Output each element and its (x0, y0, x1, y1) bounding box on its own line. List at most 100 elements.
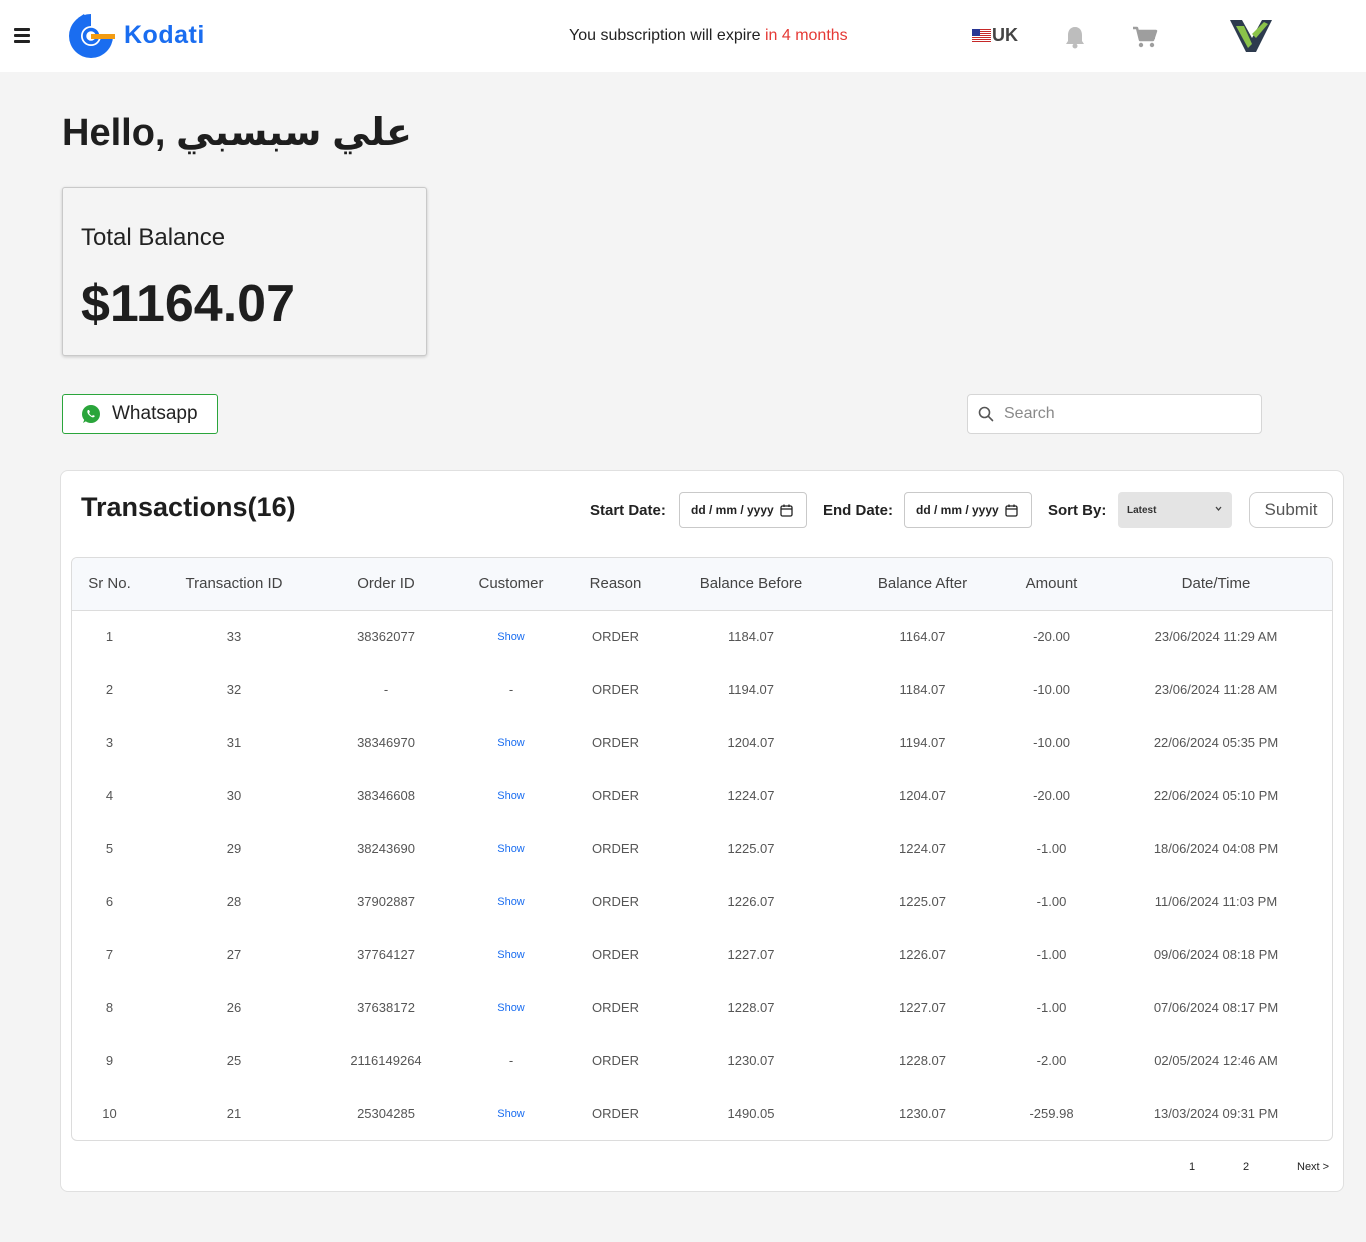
bell-icon[interactable] (1064, 25, 1086, 49)
cell-sr: 10 (102, 1106, 117, 1121)
calendar-icon[interactable] (780, 504, 793, 517)
cell-reason: ORDER (592, 841, 639, 856)
show-customer-link[interactable]: Show (451, 610, 571, 663)
region-selector[interactable]: UK (972, 25, 1018, 46)
submit-button[interactable]: Submit (1249, 492, 1333, 528)
cell-order: 37902887 (357, 894, 415, 909)
cell-order: 25304285 (357, 1106, 415, 1121)
show-customer-link[interactable]: Show (451, 1087, 571, 1140)
table-row: 7 27 37764127 Show ORDER 1227.07 1226.07 -1.00 0… (72, 928, 1332, 981)
start-date-label: Start Date: (590, 502, 666, 519)
cell-before: 1224.07 (727, 788, 775, 803)
show-customer-link[interactable]: Show (451, 716, 571, 769)
balance-label: Total Balance (81, 224, 226, 251)
cell-order: 38362077 (357, 629, 415, 645)
cell-sr: 5 (105, 841, 114, 856)
cell-sr: 7 (105, 947, 114, 962)
menu-icon[interactable] (14, 28, 30, 43)
whatsapp-button[interactable]: Whatsapp (62, 394, 218, 434)
cell-datetime: 23/06/2024 11:28 AM (1154, 682, 1278, 697)
greeting-heading: Hello, علي سبسبي (62, 112, 413, 154)
cell-sr: 6 (105, 894, 114, 909)
next-page-link[interactable]: Next > (1297, 1161, 1329, 1173)
kodati-logo-icon[interactable] (66, 12, 116, 60)
cell-before: 1230.07 (727, 1053, 775, 1068)
table-header-row: Sr No. Transaction ID Order ID Customer … (72, 558, 1332, 610)
start-date-input[interactable]: dd / mm / yyyy (679, 492, 807, 528)
column-header: Customer (478, 575, 544, 593)
sort-select[interactable]: Latest (1118, 492, 1232, 528)
cell-order: 38346608 (357, 788, 415, 803)
cell-amount: -10.00 (1033, 682, 1070, 697)
cell-txn: 25 (226, 1053, 242, 1068)
cell-after: 1224.07 (899, 841, 946, 856)
calendar-icon[interactable] (1005, 504, 1018, 517)
cell-datetime: 18/06/2024 04:08 PM (1153, 841, 1279, 856)
cell-amount: -20.00 (1033, 629, 1070, 645)
search-input[interactable] (1004, 405, 1244, 423)
table-row: 2 32 - - ORDER 1194.07 1184.07 -10.00 23/06/2024… (72, 663, 1332, 716)
transactions-panel: Transactions(16) Start Date: dd / mm / y… (60, 470, 1344, 1192)
table-row: 10 21 25304285 Show ORDER 1490.05 1230.07 -259.… (72, 1087, 1332, 1140)
show-customer-link[interactable]: Show (451, 981, 571, 1034)
page-1-link[interactable]: 1 (1189, 1161, 1195, 1173)
cell-reason: ORDER (592, 629, 639, 645)
cell-before: 1227.07 (727, 947, 775, 962)
cell-datetime: 23/06/2024 11:29 AM (1154, 629, 1278, 645)
cell-txn: 21 (226, 1106, 242, 1121)
cell-sr: 4 (105, 788, 114, 803)
page-2-link[interactable]: 2 (1243, 1161, 1249, 1173)
show-customer-link[interactable]: Show (451, 769, 571, 822)
cell-datetime: 09/06/2024 08:18 PM (1153, 947, 1279, 962)
table-row: 3 31 38346970 Show ORDER 1204.07 1194.07 -10.00… (72, 716, 1332, 769)
cart-icon[interactable] (1132, 25, 1158, 49)
logo-text[interactable]: Kodati (124, 21, 205, 50)
search-icon (978, 406, 994, 422)
cell-after: 1228.07 (899, 1053, 946, 1068)
cell-reason: ORDER (592, 1053, 639, 1068)
cell-reason: ORDER (592, 1106, 639, 1121)
cell-after: 1164.07 (899, 629, 946, 645)
table-row: 5 29 38243690 Show ORDER 1225.07 1224.07 -1.00 1… (72, 822, 1332, 875)
cell-txn: 32 (226, 682, 242, 697)
end-date-input[interactable]: dd / mm / yyyy (904, 492, 1032, 528)
cell-datetime: 07/06/2024 08:17 PM (1153, 1000, 1279, 1015)
cell-before: 1226.07 (727, 894, 775, 909)
end-date-label: End Date: (823, 502, 894, 519)
partner-logo-icon[interactable] (1226, 16, 1274, 56)
search-box[interactable] (967, 394, 1262, 434)
show-customer-link[interactable]: Show (451, 928, 571, 981)
cell-order: 2116149264 (350, 1053, 422, 1068)
cell-amount: -20.00 (1033, 788, 1070, 803)
balance-value: $1164.07 (81, 275, 296, 333)
table-row: 1 33 38362077 Show ORDER 1184.07 1164.07 -20.00… (72, 610, 1332, 663)
top-bar: Kodati You subscription will expire in 4… (0, 0, 1366, 72)
cell-order: 37764127 (357, 947, 415, 962)
column-header: Reason (589, 575, 642, 593)
cell-reason: ORDER (592, 1000, 639, 1015)
cell-amount: -1.00 (1036, 1000, 1067, 1015)
subscription-text: You subscription will expire (569, 27, 765, 44)
cell-txn: 27 (226, 947, 242, 962)
column-header: Sr No. (88, 575, 131, 593)
cell-txn: 30 (226, 788, 242, 803)
cell-before: 1204.07 (727, 735, 775, 750)
sort-by-label: Sort By: (1048, 502, 1107, 519)
cell-txn: 28 (226, 894, 242, 909)
cell-reason: ORDER (592, 682, 639, 697)
show-customer-link[interactable]: Show (451, 822, 571, 875)
cell-datetime: 22/06/2024 05:35 PM (1153, 735, 1279, 750)
column-header: Balance After (877, 575, 968, 593)
column-header: Amount (1025, 575, 1078, 593)
cell-amount: -10.00 (1033, 735, 1070, 750)
cell-before: 1184.07 (727, 629, 775, 645)
end-date-placeholder: dd / mm / yyyy (916, 503, 999, 517)
cell-before: 1194.07 (727, 682, 775, 697)
cell-after: 1227.07 (899, 1000, 946, 1015)
column-header: Transaction ID (185, 575, 283, 593)
cell-datetime: 22/06/2024 05:10 PM (1153, 788, 1279, 803)
show-customer-link[interactable]: Show (451, 875, 571, 928)
cell-before: 1490.05 (727, 1106, 775, 1121)
cell-after: 1225.07 (899, 894, 946, 909)
cell-before: 1225.07 (727, 841, 775, 856)
